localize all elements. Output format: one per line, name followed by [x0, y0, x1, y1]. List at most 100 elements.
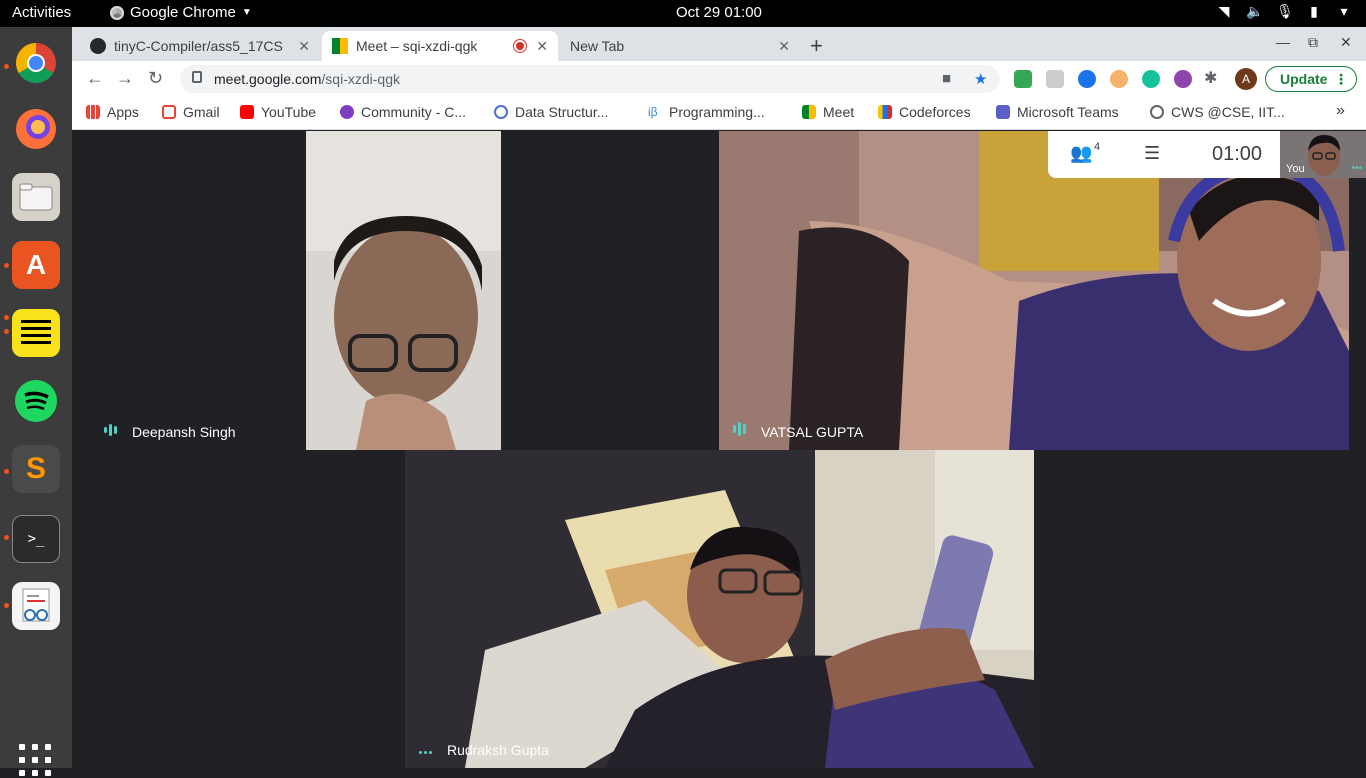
document-viewer-launcher[interactable] [12, 582, 60, 630]
meeting-timer: 01:00 [1212, 143, 1263, 165]
bookmark-gmail[interactable]: Gmail [162, 104, 220, 120]
people-icon[interactable]: 👥 [1070, 143, 1092, 164]
github-icon [90, 38, 106, 54]
system-tray[interactable]: ◥ 🔈 🎙 ▮ ▾ [1216, 3, 1352, 20]
participant-tile[interactable]: VATSAL GUPTA [719, 131, 1349, 450]
terminal-launcher[interactable]: >_ [12, 515, 60, 563]
more-vert-icon: ⋮ [1334, 71, 1348, 87]
extension-icon[interactable] [1078, 70, 1096, 88]
tab-new-tab[interactable]: New Tab ✕ [560, 31, 800, 61]
running-indicator [4, 315, 9, 320]
chat-icon[interactable]: ☰ [1144, 143, 1160, 164]
new-tab-icon[interactable]: + [810, 33, 823, 59]
camera-icon[interactable]: ■ [942, 70, 951, 87]
folder-icon [19, 183, 53, 211]
audio-level-icon [419, 751, 432, 754]
tab-github[interactable]: tinyC-Compiler/ass5_17CS ✕ [80, 31, 320, 61]
chrome-launcher[interactable] [12, 39, 60, 87]
toolbar: ← → ↻ meet.google.com/sqi-xzdi-qgk ■ ★ ✱… [72, 61, 1366, 97]
spotify-launcher[interactable] [12, 377, 60, 425]
extension-icon[interactable] [1046, 70, 1064, 88]
participant-tile[interactable]: Rudraksh Gupta [405, 450, 1034, 768]
bookmark-programming[interactable]: iβ Programming... [648, 104, 765, 120]
url-text[interactable]: meet.google.com/sqi-xzdi-qgk [214, 71, 400, 87]
notes-launcher[interactable] [12, 309, 60, 357]
community-icon [340, 105, 354, 119]
activities-button[interactable]: Activities [12, 4, 71, 21]
update-label: Update [1280, 71, 1328, 87]
bookmark-codeforces[interactable]: Codeforces [878, 104, 971, 120]
wifi-icon[interactable]: ◥ [1216, 3, 1232, 20]
window-close-icon[interactable]: ✕ [1340, 34, 1352, 51]
bookmark-community[interactable]: Community - C... [340, 104, 466, 120]
close-icon[interactable]: ✕ [778, 38, 790, 55]
battery-icon[interactable]: ▮ [1306, 3, 1322, 20]
back-icon[interactable]: ← [86, 68, 104, 89]
running-indicator [4, 535, 9, 540]
power-menu-icon[interactable]: ▾ [1336, 3, 1352, 20]
address-bar[interactable]: meet.google.com/sqi-xzdi-qgk ■ ★ [180, 65, 1000, 93]
sublime-text-icon: S [25, 452, 46, 485]
volume-icon[interactable]: 🔈 [1246, 3, 1263, 20]
bookmark-label: Community - C... [361, 104, 467, 120]
bookmark-cws[interactable]: CWS @CSE, IIT... [1150, 104, 1285, 120]
update-button[interactable]: Update ⋮ [1265, 66, 1357, 92]
system-top-bar: Activities Google Chrome ▼ Oct 29 01:00 … [0, 0, 1366, 27]
running-indicator [4, 329, 9, 334]
document-viewer-icon [22, 588, 50, 622]
clock[interactable]: Oct 29 01:00 [676, 4, 762, 21]
participant-name: Deepansh Singh [132, 424, 236, 440]
extension-icon[interactable] [1014, 70, 1032, 88]
bookmarks-bar: Apps Gmail YouTube Community - C... Data… [72, 97, 1366, 130]
software-center-icon: A [25, 249, 47, 280]
bookmarks-overflow-icon[interactable]: » [1336, 102, 1345, 120]
bookmark-teams[interactable]: Microsoft Teams [996, 104, 1119, 120]
youtube-icon [240, 105, 254, 119]
chrome-icon [110, 5, 124, 20]
meet-icon [802, 105, 816, 119]
extension-icon[interactable] [1174, 70, 1192, 88]
bookmark-star-icon[interactable]: ★ [974, 70, 987, 88]
extensions-puzzle-icon[interactable]: ✱ [1204, 68, 1217, 88]
codeforces-icon [878, 105, 892, 119]
files-launcher[interactable] [12, 173, 60, 221]
close-icon[interactable]: ✕ [298, 38, 310, 55]
app-name: Google Chrome [130, 4, 236, 21]
terminal-icon: >_ [27, 531, 45, 547]
close-icon[interactable]: ✕ [536, 38, 548, 55]
minimize-icon[interactable]: — [1276, 34, 1290, 50]
bookmark-apps[interactable]: Apps [86, 104, 139, 120]
grammarly-icon[interactable] [1142, 70, 1160, 88]
tab-strip: tinyC-Compiler/ass5_17CS ✕ Meet – sqi-xz… [72, 27, 1366, 61]
show-applications-icon[interactable] [19, 744, 53, 778]
participant-name: VATSAL GUPTA [761, 424, 864, 440]
firefox-launcher[interactable] [12, 105, 60, 153]
globe-icon [1150, 105, 1164, 119]
bookmark-label: Microsoft Teams [1017, 104, 1119, 120]
notes-icon [21, 320, 51, 344]
teams-icon [996, 105, 1010, 119]
bookmark-youtube[interactable]: YouTube [240, 104, 316, 120]
app-menu[interactable]: Google Chrome ▼ [110, 4, 252, 21]
forward-icon[interactable]: → [116, 68, 134, 89]
bookmark-data-structures[interactable]: Data Structur... [494, 104, 608, 120]
self-view[interactable]: You ••• [1280, 131, 1366, 178]
participant-tile[interactable]: Deepansh Singh [90, 131, 501, 450]
bookmark-label: CWS @CSE, IIT... [1171, 104, 1285, 120]
software-center-launcher[interactable]: A [12, 241, 60, 289]
bookmark-label: Apps [107, 104, 139, 120]
chrome-icon [16, 43, 56, 83]
spotify-icon [15, 380, 57, 422]
tab-meet[interactable]: Meet – sqi-xzdi-qgk ✕ [322, 31, 558, 61]
microphone-icon[interactable]: 🎙 [1276, 3, 1294, 20]
lock-icon[interactable] [192, 71, 202, 83]
profile-avatar[interactable]: A [1235, 68, 1257, 90]
cookie-extension-icon[interactable] [1110, 70, 1128, 88]
bookmark-meet[interactable]: Meet [802, 104, 854, 120]
caret-down-icon: ▼ [241, 7, 252, 18]
reload-icon[interactable]: ↻ [148, 68, 163, 89]
sublime-text-launcher[interactable]: S [12, 445, 60, 493]
participant-name: Rudraksh Gupta [447, 742, 549, 758]
restore-icon[interactable]: ⧉ [1308, 34, 1318, 51]
self-label: You [1286, 163, 1305, 175]
